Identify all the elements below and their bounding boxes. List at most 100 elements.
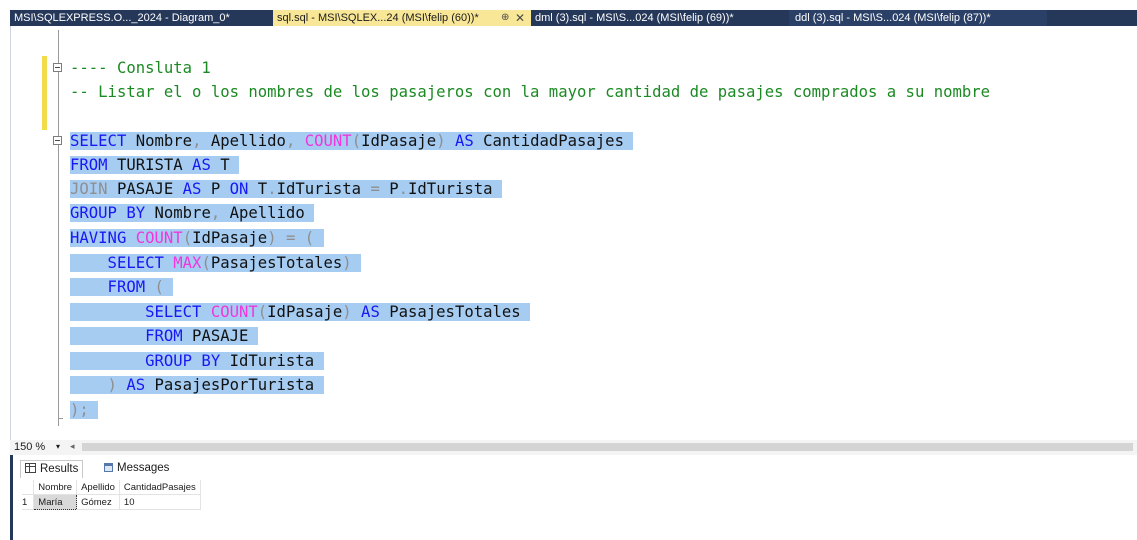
operator: = xyxy=(276,229,296,247)
cell-cantidadpasajes[interactable]: 10 xyxy=(119,494,201,510)
selection: HAVING COUNT(IdPasaje) = ( xyxy=(70,229,324,247)
keyword: FROM xyxy=(70,327,183,345)
horizontal-scrollbar[interactable] xyxy=(82,443,1133,451)
selection: FROM PASAJE xyxy=(70,327,258,345)
keyword: GROUP BY xyxy=(70,352,221,370)
zoom-level[interactable]: 150 % xyxy=(14,441,45,453)
identifier: T xyxy=(210,156,230,174)
punctuation: , xyxy=(210,204,221,222)
row-header-corner xyxy=(22,480,35,495)
keyword: HAVING xyxy=(70,229,127,247)
keyword: GROUP BY xyxy=(70,204,146,222)
code-line-2[interactable]: FROM TURISTA AS T xyxy=(70,153,240,177)
collapse-comment-icon[interactable] xyxy=(53,63,62,72)
column-header-apellido[interactable]: Apellido xyxy=(76,480,120,495)
code-line-7[interactable]: FROM ( xyxy=(70,275,174,299)
identifier: PasajesPorTurista xyxy=(145,376,315,394)
function: MAX xyxy=(163,254,202,272)
row-number[interactable]: 1 xyxy=(22,494,35,510)
selection: FROM TURISTA AS T xyxy=(70,156,240,174)
messages-icon xyxy=(104,463,113,472)
code-line-3[interactable]: JOIN PASAJE AS P ON T.IdTurista = P.IdTu… xyxy=(70,177,502,201)
punctuation: ); xyxy=(70,401,89,419)
function: COUNT xyxy=(295,132,352,150)
column-header-nombre[interactable]: Nombre xyxy=(33,480,78,495)
identifier: IdPasaje xyxy=(192,229,268,247)
chevron-down-icon[interactable]: ▾ xyxy=(56,442,60,451)
code-line-6[interactable]: SELECT MAX(PasajesTotales) xyxy=(70,251,362,275)
selection: SELECT Nombre, Apellido, COUNT(IdPasaje)… xyxy=(70,132,634,150)
selection: GROUP BY Nombre, Apellido xyxy=(70,204,315,222)
collapse-query-icon[interactable] xyxy=(53,136,62,145)
cell-apellido[interactable]: Gómez xyxy=(76,494,120,510)
tab-messages-label: Messages xyxy=(117,462,170,474)
identifier: CantidadPasajes xyxy=(473,132,624,150)
results-grid[interactable]: Nombre Apellido CantidadPasajes 1 María … xyxy=(22,480,201,510)
tab-dml[interactable]: dml (3).sql - MSI\S...024 (MSI\felip (69… xyxy=(531,10,789,26)
code-line-comment-1[interactable]: ---- Consluta 1 xyxy=(70,56,211,80)
code-line-9[interactable]: FROM PASAJE xyxy=(70,324,258,348)
code-line-comment-2[interactable]: -- Listar el o los nombres de los pasaje… xyxy=(70,80,990,104)
table-row[interactable]: 1 María Gómez 10 xyxy=(22,494,201,510)
punctuation: . xyxy=(267,180,277,198)
keyword: SELECT xyxy=(70,303,202,321)
code-line-4[interactable]: GROUP BY Nombre, Apellido xyxy=(70,201,315,225)
pin-icon[interactable]: ⊕ xyxy=(501,10,509,26)
punctuation: ) xyxy=(267,229,277,247)
punctuation: ( xyxy=(295,229,315,247)
fold-end-tick xyxy=(58,418,63,419)
punctuation: ( xyxy=(145,278,164,296)
keyword: SELECT xyxy=(70,132,127,150)
keyword: FROM xyxy=(70,278,146,296)
identifier: Nombre xyxy=(145,204,211,222)
change-indicator-bar xyxy=(42,56,47,130)
cell-nombre[interactable]: María xyxy=(33,494,78,510)
tab-results-label: Results xyxy=(40,463,79,475)
keyword: JOIN xyxy=(70,180,108,198)
identifier: IdTurista xyxy=(220,352,315,370)
code-line-10[interactable]: GROUP BY IdTurista xyxy=(70,349,324,373)
identifier: IdTurista xyxy=(276,180,362,198)
tab-diagram[interactable]: MSI\SQLEXPRESS.O..._2024 - Diagram_0* xyxy=(10,10,272,26)
code-line-11[interactable]: ) AS PasajesPorTurista xyxy=(70,373,324,397)
identifier: T xyxy=(248,180,268,198)
scroll-left-icon[interactable]: ◂ xyxy=(70,441,75,452)
column-header-cantidadpasajes[interactable]: CantidadPasajes xyxy=(119,480,201,495)
tab-sql-active[interactable]: sql.sql - MSI\SQLEX...24 (MSI\felip (60)… xyxy=(273,10,531,26)
code-line-1[interactable]: SELECT Nombre, Apellido, COUNT(IdPasaje)… xyxy=(70,129,634,153)
selection: ); xyxy=(70,401,99,419)
header-row: Nombre Apellido CantidadPasajes xyxy=(22,480,201,495)
identifier: IdPasaje xyxy=(361,132,437,150)
tab-sql-label: sql.sql - MSI\SQLEX...24 (MSI\felip (60)… xyxy=(277,12,479,24)
tab-ddl-label: ddl (3).sql - MSI\S...024 (MSI\felip (87… xyxy=(795,12,991,24)
function: COUNT xyxy=(201,303,258,321)
comment-text: -- Listar el o los nombres de los pasaje… xyxy=(70,83,991,101)
punctuation: ) xyxy=(436,132,446,150)
tab-messages[interactable]: Messages xyxy=(100,460,173,477)
identifier: P xyxy=(201,180,221,198)
identifier: Apellido xyxy=(201,132,286,150)
keyword: AS xyxy=(445,132,474,150)
selection: GROUP BY IdTurista xyxy=(70,352,324,370)
code-line-8[interactable]: SELECT COUNT(IdPasaje) AS PasajesTotales xyxy=(70,300,531,324)
code-line-12[interactable]: ); xyxy=(70,398,99,422)
punctuation: ( xyxy=(351,132,362,150)
tab-dml-label: dml (3).sql - MSI\S...024 (MSI\felip (69… xyxy=(535,12,734,24)
punctuation: ( xyxy=(201,254,211,272)
identifier: IdPasaje xyxy=(267,303,343,321)
keyword: ON xyxy=(220,180,249,198)
code-line-5[interactable]: HAVING COUNT(IdPasaje) = ( xyxy=(70,226,324,250)
identifier: PasajesTotales xyxy=(379,303,521,321)
identifier: IdTurista xyxy=(408,180,493,198)
editor-left-border xyxy=(10,26,11,440)
punctuation: ( xyxy=(182,229,193,247)
results-left-border xyxy=(10,455,13,540)
grid-icon xyxy=(25,463,36,473)
tab-results[interactable]: Results xyxy=(20,460,84,478)
comment-text: ---- Consluta 1 xyxy=(70,59,211,77)
keyword: AS xyxy=(116,376,146,394)
close-icon[interactable]: ✕ xyxy=(515,10,525,26)
punctuation: ( xyxy=(257,303,268,321)
tab-ddl[interactable]: ddl (3).sql - MSI\S...024 (MSI\felip (87… xyxy=(789,10,1047,26)
selection: FROM ( xyxy=(70,278,174,296)
